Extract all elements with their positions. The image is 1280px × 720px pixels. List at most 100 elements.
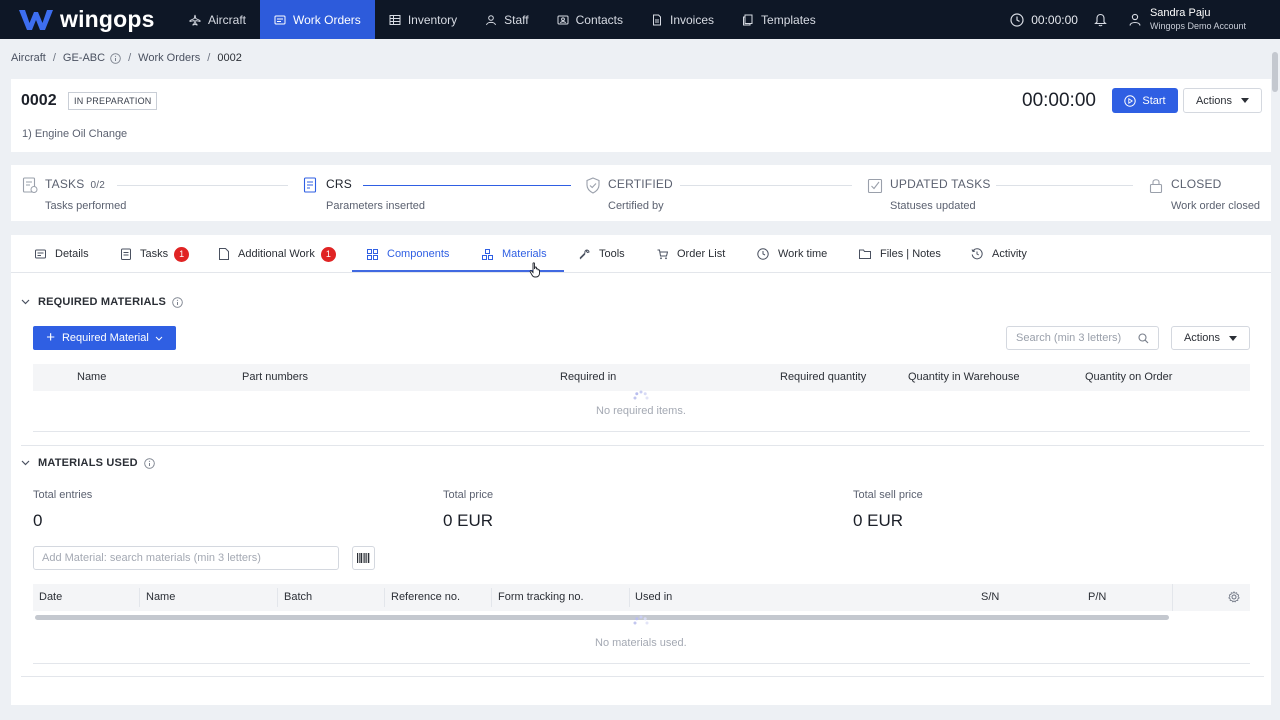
total-entries-value: 0: [33, 511, 43, 530]
tab-activity[interactable]: Activity: [971, 235, 1027, 273]
caret-down-icon: [1241, 98, 1250, 103]
user-menu[interactable]: Sandra Paju Wingops Demo Account: [1129, 7, 1246, 32]
nav-item-label: Staff: [504, 12, 529, 27]
user-account: Wingops Demo Account: [1149, 21, 1246, 31]
tab-components[interactable]: Components: [367, 235, 449, 273]
step-crs[interactable]: CRS Parameters inserted: [303, 177, 425, 212]
nav-item-templates[interactable]: Templates: [728, 0, 830, 39]
breadcrumb-current: 0002: [217, 52, 242, 64]
step-updated-tasks[interactable]: UPDATED TASKS Statuses updated: [867, 177, 991, 212]
add-required-material-button[interactable]: + Required Material: [33, 326, 176, 350]
step-connector-active: [363, 185, 571, 186]
tab-work-time[interactable]: Work time: [757, 235, 827, 273]
nav-item-label: Work Orders: [293, 12, 361, 27]
tab-label: Files | Notes: [880, 248, 941, 260]
required-materials-header[interactable]: REQUIRED MATERIALS: [21, 296, 183, 308]
tab-order-list[interactable]: Order List: [657, 235, 725, 273]
horizontal-scrollbar[interactable]: [35, 615, 1169, 620]
tab-additional-work[interactable]: Additional Work 1: [219, 235, 336, 273]
required-actions-button[interactable]: Actions: [1171, 326, 1250, 350]
info-icon[interactable]: [172, 296, 183, 308]
count-badge: 1: [174, 246, 190, 262]
plane-icon: [189, 14, 201, 26]
step-subtitle: Statuses updated: [890, 200, 976, 212]
tab-label: Additional Work: [238, 248, 315, 260]
column-separator: [629, 588, 630, 607]
page-scrollbar[interactable]: [1271, 52, 1279, 92]
column-header[interactable]: Batch: [284, 591, 312, 603]
user-icon: [1129, 13, 1141, 26]
column-header[interactable]: Quantity on Order: [1085, 371, 1172, 383]
nav-item-label: Aircraft: [208, 12, 247, 27]
column-header[interactable]: S/N: [981, 591, 999, 603]
column-header[interactable]: Reference no.: [391, 591, 460, 603]
breadcrumb-registration[interactable]: GE-ABC: [63, 52, 105, 64]
barcode-scan-button[interactable]: [352, 546, 375, 570]
nav-timer[interactable]: 00:00:00: [1010, 13, 1078, 27]
breadcrumb-work-orders[interactable]: Work Orders: [138, 52, 200, 64]
tab-tools[interactable]: Tools: [579, 235, 625, 273]
crs-document-icon: [303, 177, 319, 197]
nav-item-aircraft[interactable]: Aircraft: [175, 0, 260, 39]
start-button[interactable]: Start: [1112, 88, 1178, 113]
step-closed[interactable]: CLOSED Work order closed: [1148, 177, 1260, 212]
tab-tasks[interactable]: Tasks 1: [121, 235, 190, 273]
work-order-number: 0002: [21, 92, 57, 109]
column-header[interactable]: Form tracking no.: [498, 591, 584, 603]
column-header[interactable]: Used in: [635, 591, 672, 603]
tab-label: Work time: [778, 248, 828, 260]
column-header[interactable]: Name: [146, 591, 175, 603]
breadcrumb-separator: /: [52, 52, 56, 64]
column-header[interactable]: Date: [39, 591, 62, 603]
grid-icon: [367, 248, 378, 260]
add-material-search-input[interactable]: Add Material: search materials (min 3 le…: [33, 546, 339, 570]
tab-files-notes[interactable]: Files | Notes: [859, 235, 941, 273]
step-certified[interactable]: CERTIFIED Certified by: [585, 177, 673, 212]
nav-item-label: Inventory: [407, 12, 458, 27]
materials-icon: [482, 248, 493, 260]
column-header[interactable]: Quantity in Warehouse: [908, 371, 1019, 383]
scrollbar-thumb[interactable]: [1271, 52, 1279, 92]
clipboard-icon: [121, 248, 131, 260]
column-separator: [491, 588, 492, 607]
step-subtitle: Tasks performed: [45, 200, 127, 212]
column-header[interactable]: Required quantity: [780, 371, 866, 383]
required-search-input[interactable]: Search (min 3 letters): [1006, 326, 1159, 350]
materials-used-header[interactable]: MATERIALS USED: [21, 457, 155, 469]
top-navbar: wingops Aircraft Work Orders Inventory S…: [0, 0, 1280, 39]
clock-icon: [1010, 12, 1024, 27]
actions-dropdown-button[interactable]: Actions: [1183, 88, 1262, 113]
step-title: TASKS: [45, 177, 85, 191]
info-icon[interactable]: [144, 457, 155, 469]
nav-item-inventory[interactable]: Inventory: [375, 0, 471, 39]
nav-item-contacts[interactable]: Contacts: [543, 0, 637, 39]
wingops-logo-icon: [19, 9, 53, 30]
document-icon: [219, 248, 229, 260]
column-header[interactable]: P/N: [1088, 591, 1106, 603]
total-sell-price-label: Total sell price: [853, 489, 923, 501]
step-title: UPDATED TASKS: [890, 177, 991, 191]
logo[interactable]: wingops: [0, 0, 175, 39]
column-header[interactable]: Required in: [560, 371, 616, 383]
bell-icon[interactable]: [1094, 13, 1107, 27]
step-subtitle: Certified by: [608, 200, 664, 212]
total-entries-label: Total entries: [33, 489, 93, 501]
step-subtitle: Work order closed: [1171, 200, 1261, 212]
nav-item-work-orders[interactable]: Work Orders: [260, 0, 375, 39]
workflow-progress: TASKS 0/2 Tasks performed CRS Parameters …: [11, 165, 1271, 221]
column-header[interactable]: Part numbers: [242, 371, 308, 383]
step-tasks[interactable]: TASKS 0/2 Tasks performed: [22, 177, 126, 212]
gear-icon[interactable]: [1228, 591, 1240, 603]
lock-icon: [1148, 177, 1164, 197]
breadcrumb-aircraft[interactable]: Aircraft: [11, 52, 46, 64]
search-icon[interactable]: [1138, 333, 1149, 347]
tab-details[interactable]: Details: [35, 235, 89, 273]
column-header[interactable]: Name: [77, 371, 106, 383]
empty-state-text: No materials used.: [595, 637, 687, 649]
nav-item-staff[interactable]: Staff: [471, 0, 542, 39]
column-separator: [384, 588, 385, 607]
step-title: CERTIFIED: [608, 177, 673, 191]
info-icon[interactable]: [110, 52, 121, 64]
step-connector: [117, 185, 288, 186]
nav-item-invoices[interactable]: Invoices: [637, 0, 728, 39]
